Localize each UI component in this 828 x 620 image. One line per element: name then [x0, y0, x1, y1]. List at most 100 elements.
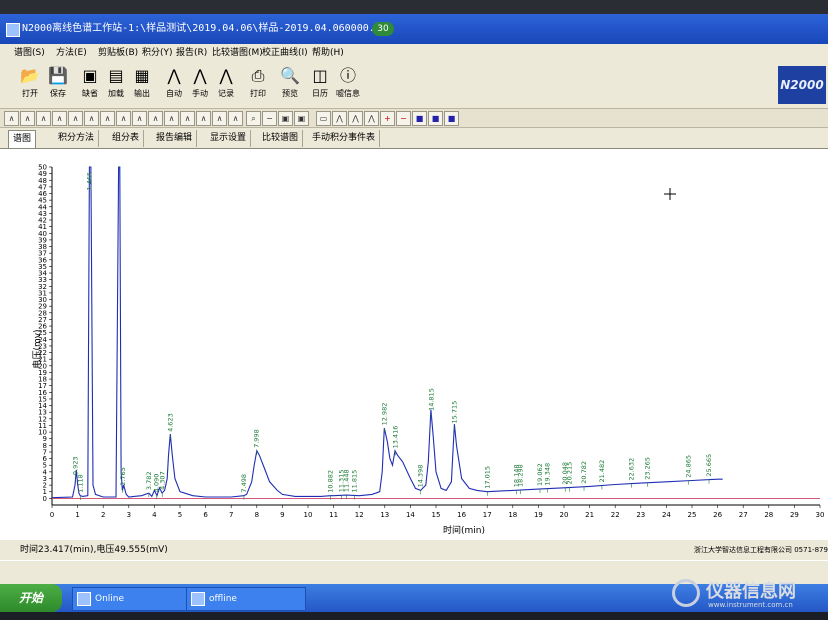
calendar-icon: ◫	[312, 66, 328, 85]
tab-report-edit[interactable]: 报告编辑	[152, 130, 198, 147]
menu-compare[interactable]: 比较谱图(M)	[212, 44, 263, 62]
x-tick-label: 23	[636, 511, 645, 519]
load-button[interactable]: ▤ 加载	[102, 66, 130, 106]
peak-tool-icon[interactable]: ∧	[148, 111, 163, 126]
peak-icon[interactable]: ⋀	[364, 111, 379, 126]
preview-button[interactable]: 🔍 预览	[276, 66, 304, 106]
menu-help[interactable]: 帮助(H)	[312, 44, 344, 62]
preview-label: 预览	[282, 89, 298, 98]
default-button[interactable]: ▣ 缺省	[76, 66, 104, 106]
plus-icon[interactable]: +	[380, 111, 395, 126]
tab-component-table[interactable]: 组分表	[108, 130, 145, 147]
x-tick-label: 16	[457, 511, 466, 519]
export-button[interactable]: ▦ 输出	[128, 66, 156, 106]
peak-label: 17.015	[484, 466, 492, 489]
chromatogram-chart[interactable]: 0123456789101112131415161718192021222324…	[0, 149, 828, 541]
tab-bar: 谱图 积分方法 组分表 报告编辑 显示设置 比较谱图 手动积分事件表	[0, 128, 828, 149]
minus-icon[interactable]: −	[396, 111, 411, 126]
menu-calibration[interactable]: 校正曲线(I)	[262, 44, 308, 62]
tab-manual-integration-events[interactable]: 手动积分事件表	[308, 130, 381, 147]
x-tick-label: 30	[816, 511, 825, 519]
x-tick-label: 13	[380, 511, 389, 519]
peak-tool-icon[interactable]: ∧	[228, 111, 243, 126]
peak-icon[interactable]: ⋀	[332, 111, 347, 126]
open-button[interactable]: 📂 打开	[16, 66, 44, 106]
tab-compare-spectrum[interactable]: 比较谱图	[258, 130, 304, 147]
watermark-title: 仪器信息网	[706, 581, 796, 602]
task-offline[interactable]: offline	[186, 587, 306, 611]
watermark: 仪器信息网 www.instrument.com.cn	[672, 575, 822, 615]
calendar-button[interactable]: ◫ 日历	[306, 66, 334, 106]
peak-tool-icon[interactable]: ∧	[196, 111, 211, 126]
peak-tool-icon[interactable]: ∧	[212, 111, 227, 126]
x-tick-label: 11	[329, 511, 338, 519]
peak-label: 11.815	[351, 470, 359, 493]
peak-tool-icon[interactable]: ∧	[68, 111, 83, 126]
menu-bar: 谱图(S) 方法(E) 剪贴板(B) 积分(Y) 报告(R) 比较谱图(M) 校…	[0, 44, 828, 62]
color-icon[interactable]: ■	[412, 111, 427, 126]
zoom-icon[interactable]: ⌕	[246, 111, 261, 126]
x-tick-label: 25	[688, 511, 697, 519]
record-label: 记录	[218, 89, 234, 98]
peak-tool-icon[interactable]: ∧	[20, 111, 35, 126]
peak-label: 13.416	[391, 426, 399, 449]
menu-spectrum[interactable]: 谱图(S)	[14, 44, 45, 62]
peak-label: 1.465	[86, 172, 94, 191]
menu-integration[interactable]: 积分(Y)	[142, 44, 173, 62]
chromatogram-panel[interactable]: 0 1 2 3 4 5 6 7 8 9 10 11 12 13 14 15 16 17 18 19 20 21 22 23 24…	[0, 149, 828, 561]
title-badge: 30	[372, 22, 394, 36]
peak-tool-icon[interactable]: ∧	[52, 111, 67, 126]
tab-integration-method[interactable]: 积分方法	[54, 130, 100, 147]
zoom-fit-icon[interactable]: ▣	[278, 111, 293, 126]
peak-tool-icon[interactable]: ∧	[116, 111, 131, 126]
manual-button[interactable]: ⋀ 手动	[186, 66, 214, 106]
x-tick-label: 24	[662, 511, 671, 519]
peak-tool-icon[interactable]: ∧	[84, 111, 99, 126]
x-axis-label: 时间(min)	[443, 524, 485, 536]
folder-icon[interactable]: ▭	[316, 111, 331, 126]
peak-tool-icon[interactable]: ∧	[180, 111, 195, 126]
menu-method[interactable]: 方法(E)	[56, 44, 87, 62]
print-button[interactable]: ⎙ 打印	[244, 66, 272, 106]
color-icon[interactable]: ■	[444, 111, 459, 126]
peak-label: 11.448	[342, 469, 350, 492]
preview-icon: 🔍	[280, 66, 300, 85]
auto-button[interactable]: ⋀ 自动	[160, 66, 188, 106]
peak-tool-icon[interactable]: ∧	[132, 111, 147, 126]
cursor-readout: 时间23.417(min),电压49.555(mV)	[20, 545, 168, 555]
save-button[interactable]: 💾 保存	[44, 66, 72, 106]
n2000-logo: N2000	[778, 66, 826, 104]
x-tick-label: 9	[280, 511, 284, 519]
peak-tool-icon[interactable]: ∧	[36, 111, 51, 126]
task-online-label: Online	[95, 594, 125, 604]
peak-tool-icon[interactable]: ∧	[100, 111, 115, 126]
record-button[interactable]: ⋀ 记录	[212, 66, 240, 106]
start-button[interactable]: 开始	[0, 584, 62, 612]
window-icon	[77, 592, 91, 606]
info-button[interactable]: ⓘ 嘘信息	[334, 66, 362, 106]
color-icon[interactable]: ■	[428, 111, 443, 126]
peak-label: 1.118	[77, 474, 85, 493]
tab-display-settings[interactable]: 显示设置	[206, 130, 252, 147]
x-tick-label: 1	[75, 511, 79, 519]
print-label: 打印	[250, 89, 266, 98]
menu-clipboard[interactable]: 剪贴板(B)	[98, 44, 138, 62]
zoom-fit-icon[interactable]: ▣	[294, 111, 309, 126]
peak-icon[interactable]: ⋀	[348, 111, 363, 126]
peak-label: 10.882	[327, 470, 335, 493]
zoom-out-icon[interactable]: −	[262, 111, 277, 126]
task-online[interactable]: Online	[72, 587, 192, 611]
status-bar: 时间23.417(min),电压49.555(mV) 浙江大学智达信息工程有限公…	[0, 540, 828, 560]
peak-tool-icon[interactable]: ∧	[164, 111, 179, 126]
task-offline-label: offline	[209, 594, 237, 604]
tab-spectrum[interactable]: 谱图	[8, 130, 37, 148]
print-icon: ⎙	[251, 66, 265, 85]
peak-label: 23.265	[644, 457, 652, 480]
peak-tool-icon[interactable]: ∧	[4, 111, 19, 126]
x-tick-label: 28	[764, 511, 773, 519]
menu-report[interactable]: 报告(R)	[176, 44, 207, 62]
x-tick-label: 2	[101, 511, 105, 519]
peak-label: 7.498	[240, 474, 248, 493]
x-tick-label: 10	[304, 511, 313, 519]
window-icon	[191, 592, 205, 606]
